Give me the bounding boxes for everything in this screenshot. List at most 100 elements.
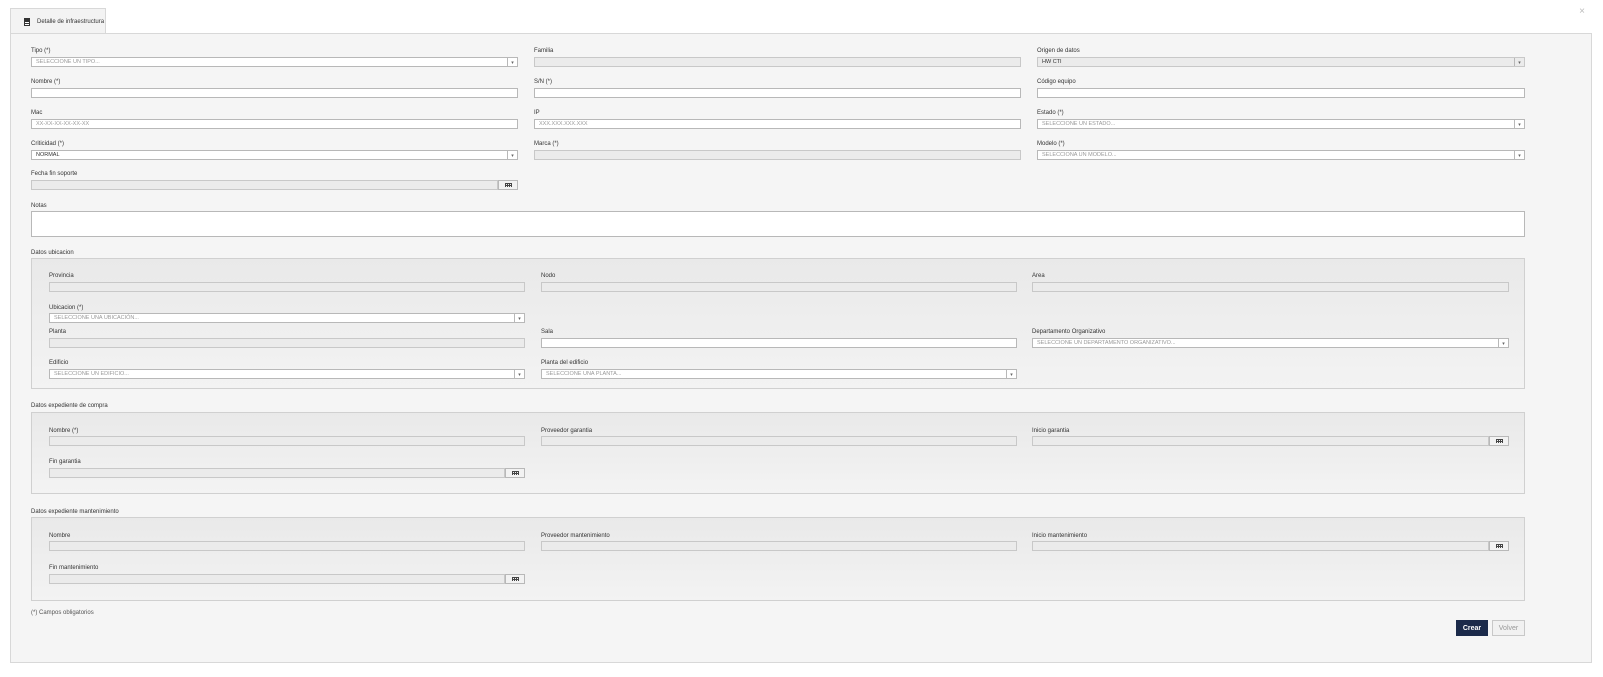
compra-section-title: Datos expediente de compra	[31, 403, 108, 409]
compra-nombre-label: Nombre (*)	[49, 428, 79, 434]
familia-field	[534, 57, 1021, 67]
nombre-label: Nombre (*)	[31, 79, 61, 85]
chevron-down-icon: ▾	[514, 370, 524, 378]
edificio-select[interactable]: SELECCIONE UN EDIFICIO... ▾	[49, 369, 525, 379]
planta-label: Planta	[49, 329, 67, 335]
sala-input[interactable]	[541, 338, 1017, 348]
departamento-placeholder: SELECCIONE UN DEPARTAMENTO ORGANIZATIVO.…	[1037, 340, 1176, 346]
marca-label: Marca (*)	[534, 141, 559, 147]
planta-field	[49, 338, 525, 348]
proveedor-mant-label: Proveedor mantenimiento	[541, 533, 610, 539]
codigo-input[interactable]	[1037, 88, 1525, 98]
mac-placeholder: XX-XX-XX-XX-XX-XX	[36, 121, 90, 127]
crear-button[interactable]: Crear	[1456, 620, 1488, 636]
nodo-field	[541, 282, 1017, 292]
compra-nombre-field	[49, 436, 525, 446]
origen-label: Origen de datos	[1037, 48, 1080, 54]
planta-edificio-placeholder: SELECCIONE UNA PLANTA...	[546, 371, 622, 377]
calendar-icon[interactable]	[505, 468, 525, 478]
criticidad-label: Criticidad (*)	[31, 141, 65, 147]
planta-edificio-select[interactable]: SELECCIONE UNA PLANTA... ▾	[541, 369, 1017, 379]
sn-input[interactable]	[534, 88, 1021, 98]
ubicacion-placeholder: SELECCIONE UNA UBICACIÓN...	[54, 315, 139, 321]
fin-garantia-input[interactable]	[49, 468, 505, 478]
chevron-down-icon: ▾	[507, 58, 517, 66]
modelo-select[interactable]: SELECCIONA UN MODELO... ▾	[1037, 150, 1525, 160]
inicio-mant-label: Inicio mantenimiento	[1032, 533, 1088, 539]
proveedor-mant-field	[541, 541, 1017, 551]
origen-select: HW CTI ▾	[1037, 57, 1525, 67]
calendar-icon[interactable]	[505, 574, 525, 584]
chevron-down-icon: ▾	[1006, 370, 1016, 378]
ip-placeholder: XXX.XXX.XXX.XXX	[539, 121, 588, 127]
proveedor-garantia-label: Proveedor garantia	[541, 428, 593, 434]
chevron-down-icon: ▾	[1514, 120, 1524, 128]
codigo-label: Código equipo	[1037, 79, 1076, 85]
familia-label: Familia	[534, 48, 554, 54]
area-label: Area	[1032, 273, 1045, 279]
criticidad-value: NORMAL	[36, 152, 60, 158]
notas-textarea[interactable]	[31, 211, 1525, 237]
calendar-icon[interactable]	[1489, 436, 1509, 446]
calendar-icon[interactable]	[1489, 541, 1509, 551]
chevron-down-icon: ▾	[514, 314, 524, 322]
chevron-down-icon: ▾	[1498, 339, 1508, 347]
tab-title: Detalle de infraestructura	[37, 18, 105, 25]
inicio-garantia-label: Inicio garantia	[1032, 428, 1070, 434]
document-icon	[23, 17, 31, 26]
ubicacion-section-title: Datos ubicacion	[31, 250, 74, 256]
area-field	[1032, 282, 1509, 292]
estado-select[interactable]: SELECCIONE UN ESTADO... ▾	[1037, 119, 1525, 129]
departamento-select[interactable]: SELECCIONE UN DEPARTAMENTO ORGANIZATIVO.…	[1032, 338, 1509, 348]
fecha-fin-input[interactable]	[31, 180, 498, 190]
edificio-label: Edificio	[49, 360, 69, 366]
proveedor-garantia-field	[541, 436, 1017, 446]
required-note: (*) Campos obligatorios	[31, 610, 94, 616]
fin-garantia-label: Fin garantia	[49, 459, 81, 465]
edificio-placeholder: SELECCIONE UN EDIFICIO...	[54, 371, 129, 377]
tipo-label: Tipo (*)	[31, 48, 51, 54]
notas-label: Notas	[31, 203, 47, 209]
inicio-garantia-input[interactable]	[1032, 436, 1489, 446]
provincia-field	[49, 282, 525, 292]
compra-box: Nombre (*) Proveedor garantia Inicio gar…	[31, 412, 1525, 494]
mac-input[interactable]: XX-XX-XX-XX-XX-XX	[31, 119, 518, 129]
modelo-placeholder: SELECCIONA UN MODELO...	[1042, 152, 1117, 158]
inicio-mant-input[interactable]	[1032, 541, 1489, 551]
ubicacion-select[interactable]: SELECCIONE UNA UBICACIÓN... ▾	[49, 313, 525, 323]
sala-label: Sala	[541, 329, 554, 335]
mantenimiento-section-title: Datos expediente mantenimiento	[31, 509, 119, 515]
chevron-down-icon: ▾	[507, 151, 517, 159]
form-panel: Tipo (*) SELECCIONE UN TIPO... ▾ Familia…	[10, 33, 1592, 663]
mantenimiento-box: Nombre Proveedor mantenimiento Inicio ma…	[31, 517, 1525, 601]
tipo-placeholder: SELECCIONE UN TIPO...	[36, 59, 100, 65]
ip-label: IP	[534, 110, 540, 116]
departamento-label: Departamento Organizativo	[1032, 329, 1106, 335]
mant-nombre-label: Nombre	[49, 533, 71, 539]
mant-nombre-field	[49, 541, 525, 551]
marca-field	[534, 150, 1021, 160]
estado-label: Estado (*)	[1037, 110, 1064, 116]
fin-mant-input[interactable]	[49, 574, 505, 584]
chevron-down-icon: ▾	[1514, 58, 1524, 66]
nombre-input[interactable]	[31, 88, 518, 98]
modelo-label: Modelo (*)	[1037, 141, 1065, 147]
chevron-down-icon: ▾	[1514, 151, 1524, 159]
tipo-select[interactable]: SELECCIONE UN TIPO... ▾	[31, 57, 518, 67]
sn-label: S/N (*)	[534, 79, 552, 85]
ubicacion-label: Ubicacion (*)	[49, 305, 84, 311]
mac-label: Mac	[31, 110, 43, 116]
fin-mant-label: Fin mantenimiento	[49, 565, 99, 571]
volver-button[interactable]: Volver	[1492, 620, 1525, 636]
provincia-label: Provincia	[49, 273, 74, 279]
close-icon[interactable]: ×	[1579, 6, 1585, 17]
nodo-label: Nodo	[541, 273, 556, 279]
planta-edificio-label: Planta del edificio	[541, 360, 589, 366]
ubicacion-box: Provincia Nodo Area Ubicacion (*) SELECC…	[31, 258, 1525, 389]
estado-placeholder: SELECCIONE UN ESTADO...	[1042, 121, 1116, 127]
criticidad-select[interactable]: NORMAL ▾	[31, 150, 518, 160]
origen-value: HW CTI	[1042, 59, 1062, 65]
calendar-icon[interactable]	[498, 180, 518, 190]
ip-input[interactable]: XXX.XXX.XXX.XXX	[534, 119, 1021, 129]
tab-detalle-infraestructura[interactable]: Detalle de infraestructura	[10, 8, 106, 34]
